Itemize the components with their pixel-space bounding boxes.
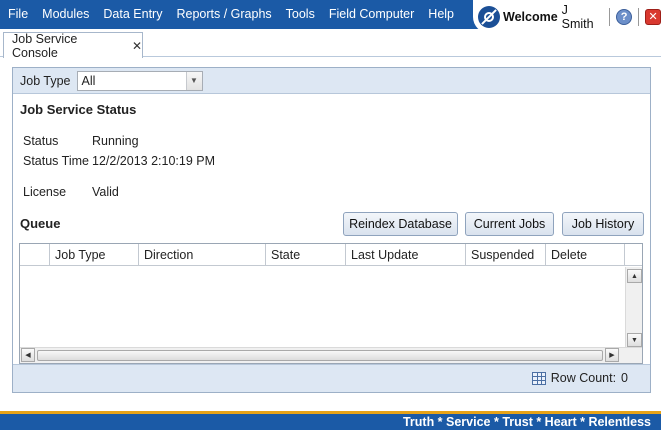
tab-label: Job Service Console <box>12 31 78 60</box>
scroll-right-icon[interactable]: ▶ <box>605 348 619 362</box>
status-time-value: 12/2/2013 2:10:19 PM <box>92 154 216 168</box>
menu-items: File Modules Data Entry Reports / Graphs… <box>0 0 461 29</box>
horizontal-scrollbar[interactable]: ◀ ▶ <box>20 347 642 363</box>
menu-tools[interactable]: Tools <box>279 0 322 29</box>
horizontal-scroll-thumb[interactable] <box>37 350 603 361</box>
divider <box>609 7 611 26</box>
chevron-down-icon[interactable]: ▼ <box>185 71 202 90</box>
status-value: Running <box>92 134 139 148</box>
scroll-left-icon[interactable]: ◀ <box>21 348 35 362</box>
status-time-label: Status Time <box>23 154 89 168</box>
row-selector-header <box>20 244 50 266</box>
footer-bar: Truth * Service * Trust * Heart * Relent… <box>0 411 661 430</box>
scroll-down-icon[interactable]: ▼ <box>627 333 642 347</box>
column-last-update[interactable]: Last Update <box>346 244 466 266</box>
reindex-database-button[interactable]: Reindex Database <box>343 212 458 236</box>
help-icon[interactable]: ? <box>616 8 633 25</box>
column-delete[interactable]: Delete <box>546 244 625 266</box>
job-history-button[interactable]: Job History <box>562 212 644 236</box>
license-label: License <box>23 185 67 199</box>
menu-field-computer[interactable]: Field Computer <box>322 0 421 29</box>
grid-status-bar: Row Count: 0 <box>13 364 650 392</box>
row-count: Row Count: 0 <box>531 371 628 385</box>
status-label: Status <box>23 134 59 148</box>
column-direction[interactable]: Direction <box>139 244 266 266</box>
row-count-value: 0 <box>621 371 628 385</box>
menu-data-entry[interactable]: Data Entry <box>96 0 169 29</box>
current-jobs-button[interactable]: Current Jobs <box>465 212 554 236</box>
table-icon <box>531 371 546 385</box>
job-service-status-title: Job Service Status <box>20 102 137 117</box>
queue-grid[interactable]: Job Type Direction State Last Update Sus… <box>19 243 643 364</box>
welcome-label: Welcome <box>503 9 558 24</box>
menu-reports-graphs[interactable]: Reports / Graphs <box>169 0 278 29</box>
column-suspended[interactable]: Suspended <box>466 244 546 266</box>
tab-job-service-console[interactable]: Job Service Console ✕ <box>3 31 143 60</box>
footer-tagline: Truth * Service * Trust * Heart * Relent… <box>402 415 651 429</box>
scroll-up-icon[interactable]: ▲ <box>627 269 642 283</box>
menu-help[interactable]: Help <box>421 0 461 29</box>
queue-grid-header: Job Type Direction State Last Update Sus… <box>20 244 642 266</box>
app-logo-icon <box>478 5 500 28</box>
job-type-selected-value: All <box>81 73 96 88</box>
queue-title: Queue <box>20 216 61 231</box>
close-tab-icon[interactable]: ✕ <box>132 39 142 53</box>
column-job-type[interactable]: Job Type <box>50 244 139 266</box>
close-app-icon[interactable]: ✕ <box>645 8 661 25</box>
job-type-select[interactable]: All ▼ <box>76 70 203 91</box>
column-state[interactable]: State <box>266 244 346 266</box>
user-name: J Smith <box>561 2 594 31</box>
menu-file[interactable]: File <box>0 0 35 29</box>
vertical-scrollbar[interactable]: ▲ ▼ <box>625 267 642 348</box>
job-service-panel: Job Type All ▼ Job Service Status Status… <box>12 67 651 393</box>
job-type-filter-bar: Job Type All ▼ <box>13 68 650 94</box>
job-type-label: Job Type <box>20 73 71 88</box>
tab-strip: Job Service Console ✕ <box>0 29 661 60</box>
menu-modules[interactable]: Modules <box>35 0 96 29</box>
row-count-label: Row Count: <box>550 371 617 385</box>
divider <box>638 7 640 26</box>
license-value: Valid <box>92 185 119 199</box>
